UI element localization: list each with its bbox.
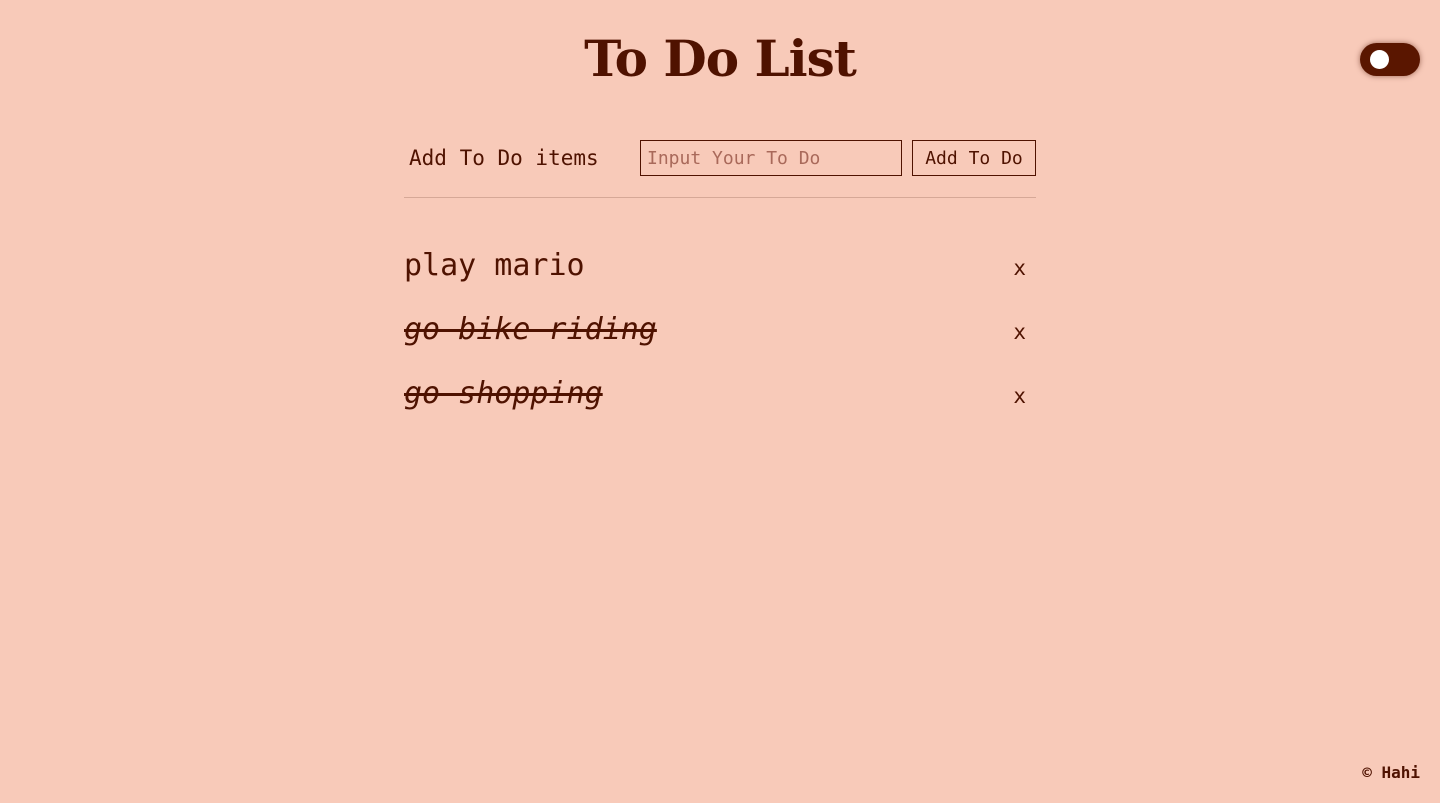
- todo-text[interactable]: go shopping: [404, 362, 603, 426]
- add-todo-button[interactable]: Add To Do: [912, 140, 1036, 176]
- toggle-knob[interactable]: [1370, 50, 1389, 69]
- todo-input[interactable]: [640, 140, 902, 176]
- delete-todo-button[interactable]: x: [1013, 381, 1026, 411]
- footer-copyright: © Hahi: [1362, 763, 1420, 782]
- delete-todo-button[interactable]: x: [1013, 317, 1026, 347]
- add-todo-label: Add To Do items: [409, 146, 599, 170]
- todo-text[interactable]: play mario: [404, 234, 585, 298]
- divider: [404, 197, 1036, 198]
- todo-list: play mario x go bike riding x go shoppin…: [404, 234, 1036, 426]
- todo-item: play mario x: [404, 234, 1036, 298]
- todo-text[interactable]: go bike riding: [404, 298, 657, 362]
- todo-item: go bike riding x: [404, 298, 1036, 362]
- delete-todo-button[interactable]: x: [1013, 253, 1026, 283]
- todo-item: go shopping x: [404, 362, 1036, 426]
- theme-toggle[interactable]: [1360, 43, 1420, 76]
- add-todo-form: Add To Do items Add To Do: [404, 140, 1036, 176]
- page-title: To Do List: [584, 29, 857, 88]
